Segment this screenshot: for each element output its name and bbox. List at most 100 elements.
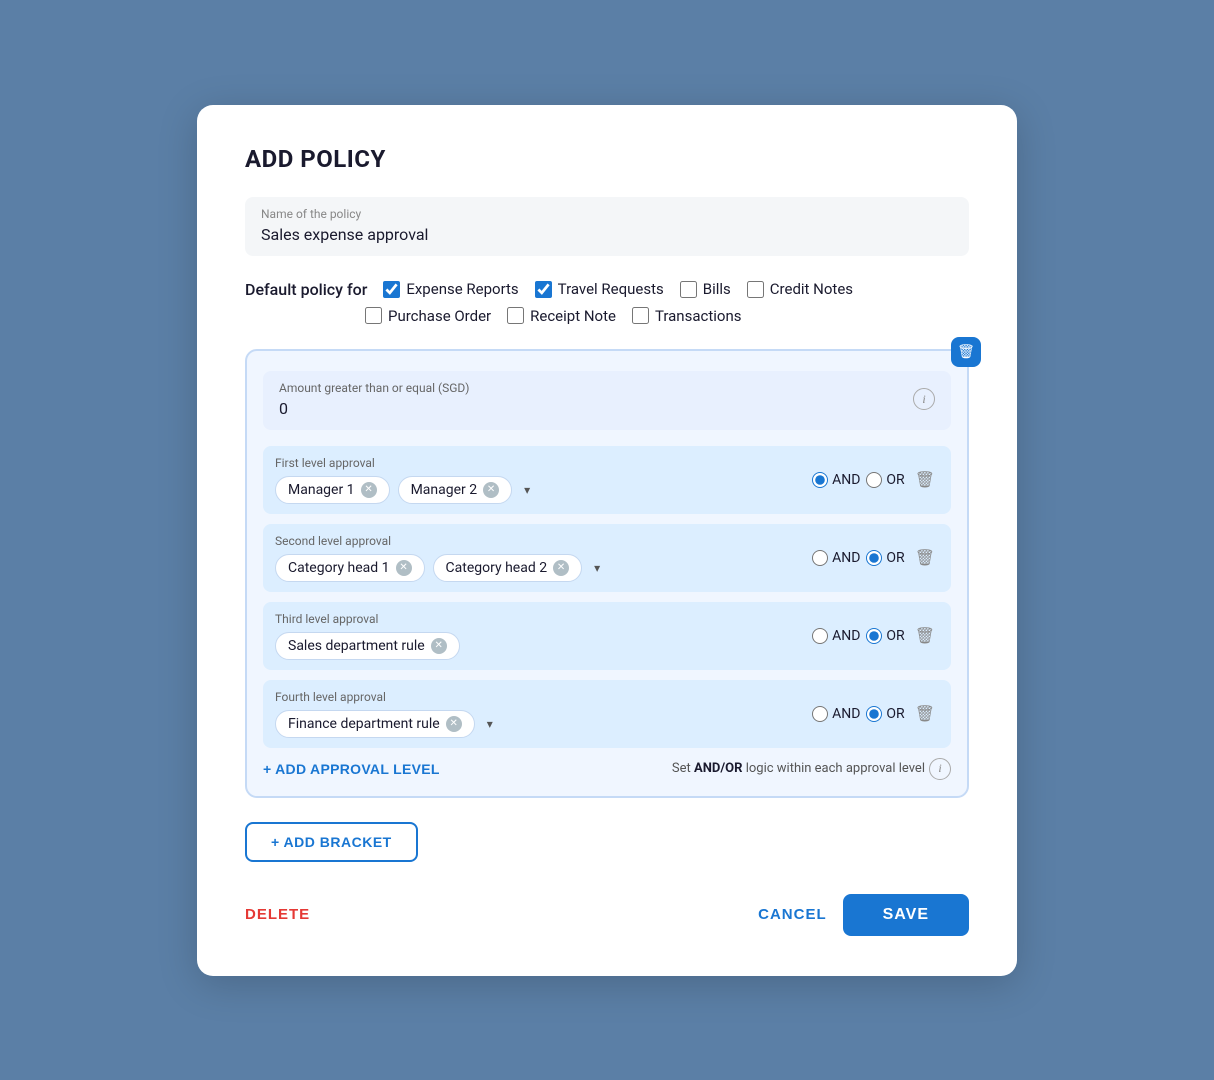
approval-level-1: First level approval Manager 1 ✕ Manager… [263,446,951,514]
approval-level-1-left: First level approval Manager 1 ✕ Manager… [275,456,804,504]
checkbox-bills[interactable]: Bills [680,280,731,298]
checkbox-receipt-note-input[interactable] [507,307,524,324]
level2-and-radio-input[interactable] [812,550,828,566]
approval-level-2-label: Second level approval [275,534,804,548]
approval-level-4-left: Fourth level approval Finance department… [275,690,804,738]
level4-or-radio[interactable]: OR [866,706,904,722]
save-button[interactable]: SAVE [843,894,969,936]
checkbox-travel-requests-label: Travel Requests [558,280,664,298]
level4-and-radio[interactable]: AND [812,706,860,722]
approval-level-3-tags: Sales department rule ✕ [275,632,804,660]
checkbox-receipt-note-label: Receipt Note [530,307,616,325]
level1-and-radio-input[interactable] [812,472,828,488]
approval-tag-manager2-text: Manager 2 [411,482,478,498]
amount-field-wrapper: Amount greater than or equal (SGD) 0 i [263,371,951,430]
approval-tag-sales-dept-text: Sales department rule [288,638,425,654]
level1-and-radio[interactable]: AND [812,472,860,488]
checkbox-transactions-label: Transactions [655,307,742,325]
level3-or-radio[interactable]: OR [866,628,904,644]
add-level-row: + ADD APPROVAL LEVEL Set AND/OR logic wi… [263,758,951,780]
remove-cathead1-button[interactable]: ✕ [396,560,412,576]
delete-level4-button[interactable]: 🗑 [911,702,939,726]
approval-level-3: Third level approval Sales department ru… [263,602,951,670]
approval-level-1-tags: Manager 1 ✕ Manager 2 ✕ ▾ [275,476,804,504]
level4-or-radio-input[interactable] [866,706,882,722]
approval-tag-finance-dept-text: Finance department rule [288,716,440,732]
checkbox-expense-reports-input[interactable] [383,281,400,298]
approval-level-1-dropdown[interactable]: ▾ [524,483,530,497]
amount-info-button[interactable]: i [913,388,935,410]
andor-logic-text: Set AND/OR logic within each approval le… [672,758,951,780]
delete-bracket-button[interactable]: 🗑 [951,337,981,367]
approval-level-4-tags: Finance department rule ✕ ▾ [275,710,804,738]
checkbox-credit-notes-input[interactable] [747,281,764,298]
amount-field-value[interactable]: 0 [279,399,905,418]
modal-title: ADD POLICY [245,145,969,173]
level2-or-radio[interactable]: OR [866,550,904,566]
remove-sales-dept-button[interactable]: ✕ [431,638,447,654]
default-policy-row-2: Purchase Order Receipt Note Transactions [245,307,969,325]
approval-tag-manager1: Manager 1 ✕ [275,476,390,504]
approval-level-4-dropdown[interactable]: ▾ [487,717,493,731]
checkbox-travel-requests-input[interactable] [535,281,552,298]
default-policy-label: Default policy for [245,280,367,299]
approval-level-4-right: AND OR 🗑 [812,702,939,726]
checkbox-bills-label: Bills [703,280,731,298]
checkbox-bills-input[interactable] [680,281,697,298]
checkbox-expense-reports-label: Expense Reports [406,280,518,298]
approval-level-3-right: AND OR 🗑 [812,624,939,648]
level2-and-radio[interactable]: AND [812,550,860,566]
level1-or-radio[interactable]: OR [866,472,904,488]
delete-level1-button[interactable]: 🗑 [911,468,939,492]
approval-level-4-label: Fourth level approval [275,690,804,704]
approval-level-2-right: AND OR 🗑 [812,546,939,570]
footer-row: DELETE CANCEL SAVE [245,894,969,936]
footer-right: CANCEL SAVE [758,894,969,936]
delete-button[interactable]: DELETE [245,906,310,923]
delete-level3-button[interactable]: 🗑 [911,624,939,648]
checkbox-transactions[interactable]: Transactions [632,307,742,325]
policy-name-label: Name of the policy [261,207,953,221]
approval-tag-cathead1: Category head 1 ✕ [275,554,425,582]
delete-level2-button[interactable]: 🗑 [911,546,939,570]
approval-level-2: Second level approval Category head 1 ✕ … [263,524,951,592]
level3-or-radio-input[interactable] [866,628,882,644]
andor-logic-prefix: Set AND/OR logic within each approval le… [672,761,925,776]
policy-name-value[interactable]: Sales expense approval [261,225,953,244]
andor-info-button[interactable]: i [929,758,951,780]
amount-field-label: Amount greater than or equal (SGD) [279,381,905,395]
add-policy-modal: ADD POLICY Name of the policy Sales expe… [197,105,1017,976]
checkbox-travel-requests[interactable]: Travel Requests [535,280,664,298]
checkbox-transactions-input[interactable] [632,307,649,324]
approval-tag-sales-dept: Sales department rule ✕ [275,632,460,660]
level3-and-radio-input[interactable] [812,628,828,644]
checkbox-purchase-order-input[interactable] [365,307,382,324]
approval-level-1-right: AND OR 🗑 [812,468,939,492]
checkbox-purchase-order[interactable]: Purchase Order [365,307,491,325]
level1-or-radio-input[interactable] [866,472,882,488]
cancel-button[interactable]: CANCEL [758,906,827,923]
checkbox-receipt-note[interactable]: Receipt Note [507,307,616,325]
approval-level-3-left: Third level approval Sales department ru… [275,612,804,660]
default-policy-row: Default policy for Expense Reports Trave… [245,280,969,299]
level4-and-radio-input[interactable] [812,706,828,722]
checkbox-credit-notes[interactable]: Credit Notes [747,280,853,298]
remove-manager2-button[interactable]: ✕ [483,482,499,498]
remove-manager1-button[interactable]: ✕ [361,482,377,498]
approval-tag-manager1-text: Manager 1 [288,482,355,498]
approval-level-2-dropdown[interactable]: ▾ [594,561,600,575]
approval-tag-finance-dept: Finance department rule ✕ [275,710,475,738]
level2-or-radio-input[interactable] [866,550,882,566]
checkbox-credit-notes-label: Credit Notes [770,280,853,298]
policy-name-wrapper: Name of the policy Sales expense approva… [245,197,969,256]
bracket-container: 🗑 Amount greater than or equal (SGD) 0 i… [245,349,969,798]
checkbox-purchase-order-label: Purchase Order [388,307,491,325]
level3-and-radio[interactable]: AND [812,628,860,644]
approval-level-1-label: First level approval [275,456,804,470]
amount-row: Amount greater than or equal (SGD) 0 i [279,381,935,418]
remove-cathead2-button[interactable]: ✕ [553,560,569,576]
remove-finance-dept-button[interactable]: ✕ [446,716,462,732]
checkbox-expense-reports[interactable]: Expense Reports [383,280,518,298]
add-bracket-button[interactable]: + ADD BRACKET [245,822,418,862]
add-approval-level-button[interactable]: + ADD APPROVAL LEVEL [263,761,440,777]
